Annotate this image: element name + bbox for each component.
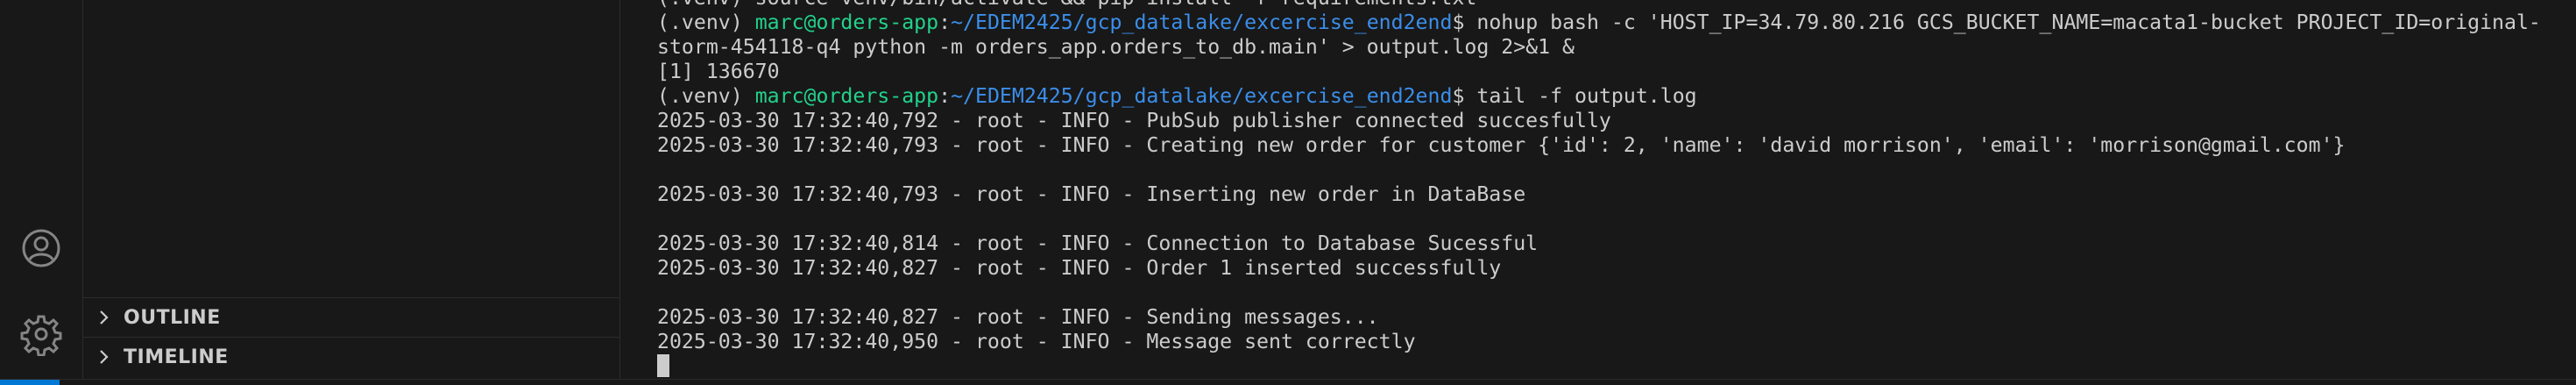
- terminal-line: 2025-03-30 17:32:40,792 - root - INFO - …: [657, 109, 2541, 133]
- terminal-text: 2025-03-30 17:32:40,793 - root - INFO - …: [657, 182, 1526, 206]
- terminal-line: 2025-03-30 17:32:40,793 - root - INFO - …: [657, 133, 2541, 158]
- terminal-text: :: [938, 84, 952, 108]
- timeline-section-label: TIMELINE: [124, 346, 229, 368]
- terminal-line: (.venv) marc@orders-app:~/EDEM2425/gcp_d…: [657, 84, 2541, 109]
- terminal-line: 2025-03-30 17:32:40,827 - root - INFO - …: [657, 305, 2541, 330]
- terminal-text: :: [938, 11, 952, 34]
- manage-gear-icon[interactable]: [19, 312, 63, 356]
- terminal-cursor: [657, 354, 669, 377]
- terminal-text: $ nohup bash -c 'HOST_IP=34.79.80.216 GC…: [1452, 11, 2541, 34]
- prompt-path: ~/EDEM2425/gcp_datalake/excercise_end2en…: [951, 84, 1453, 108]
- terminal-text: 2025-03-30 17:32:40,793 - root - INFO - …: [657, 133, 2346, 157]
- terminal-text: 2025-03-30 17:32:40,814 - root - INFO - …: [657, 232, 1539, 255]
- terminal-line: (.venv) source venv/bin/activate && pip …: [657, 0, 2541, 11]
- terminal-text: [1] 136670: [657, 60, 780, 83]
- terminal-line: [1] 136670: [657, 60, 2541, 84]
- terminal-text: (.venv): [657, 11, 755, 34]
- terminal-text: $ tail -f output.log: [1452, 84, 1697, 108]
- activity-bar: [0, 0, 83, 379]
- outline-section-header[interactable]: OUTLINE: [83, 297, 619, 337]
- terminal-text: 2025-03-30 17:32:40,792 - root - INFO - …: [657, 109, 1611, 132]
- prompt-path: ~/EDEM2425/gcp_datalake/excercise_end2en…: [951, 11, 1453, 34]
- terminal-line: 2025-03-30 17:32:40,950 - root - INFO - …: [657, 330, 2541, 354]
- vscode-window: OUTLINE TIMELINE (.venv) source venv/bin…: [0, 0, 2576, 385]
- outline-section-label: OUTLINE: [124, 306, 221, 329]
- prompt-user: marc@orders-app: [754, 11, 939, 34]
- terminal-text: (.venv): [657, 84, 755, 108]
- terminal-output: (.venv) source venv/bin/activate && pip …: [657, 0, 2541, 379]
- chevron-right-icon: [96, 309, 113, 326]
- terminal-line: 2025-03-30 17:32:40,814 - root - INFO - …: [657, 232, 2541, 256]
- timeline-section-header[interactable]: TIMELINE: [83, 337, 619, 376]
- terminal-text: 2025-03-30 17:32:40,950 - root - INFO - …: [657, 330, 1416, 353]
- terminal-text: 2025-03-30 17:32:40,827 - root - INFO - …: [657, 305, 1379, 329]
- terminal-line: 2025-03-30 17:32:40,793 - root - INFO - …: [657, 182, 2541, 207]
- terminal-text: storm-454118-q4 python -m orders_app.ord…: [657, 35, 1575, 59]
- terminal-line: (.venv) marc@orders-app:~/EDEM2425/gcp_d…: [657, 11, 2541, 35]
- accounts-icon[interactable]: [19, 226, 63, 270]
- terminal-input-line[interactable]: [657, 354, 2541, 379]
- terminal-text: (.venv) source venv/bin/activate && pip …: [657, 0, 1476, 10]
- remote-indicator[interactable]: [0, 380, 60, 385]
- terminal-panel[interactable]: (.venv) source venv/bin/activate && pip …: [620, 0, 2576, 379]
- terminal-text: 2025-03-30 17:32:40,827 - root - INFO - …: [657, 256, 1502, 280]
- terminal-line: 2025-03-30 17:32:40,827 - root - INFO - …: [657, 256, 2541, 281]
- chevron-right-icon: [96, 348, 113, 366]
- terminal-line: storm-454118-q4 python -m orders_app.ord…: [657, 35, 2541, 60]
- prompt-user: marc@orders-app: [754, 84, 939, 108]
- side-bar: OUTLINE TIMELINE: [83, 0, 620, 379]
